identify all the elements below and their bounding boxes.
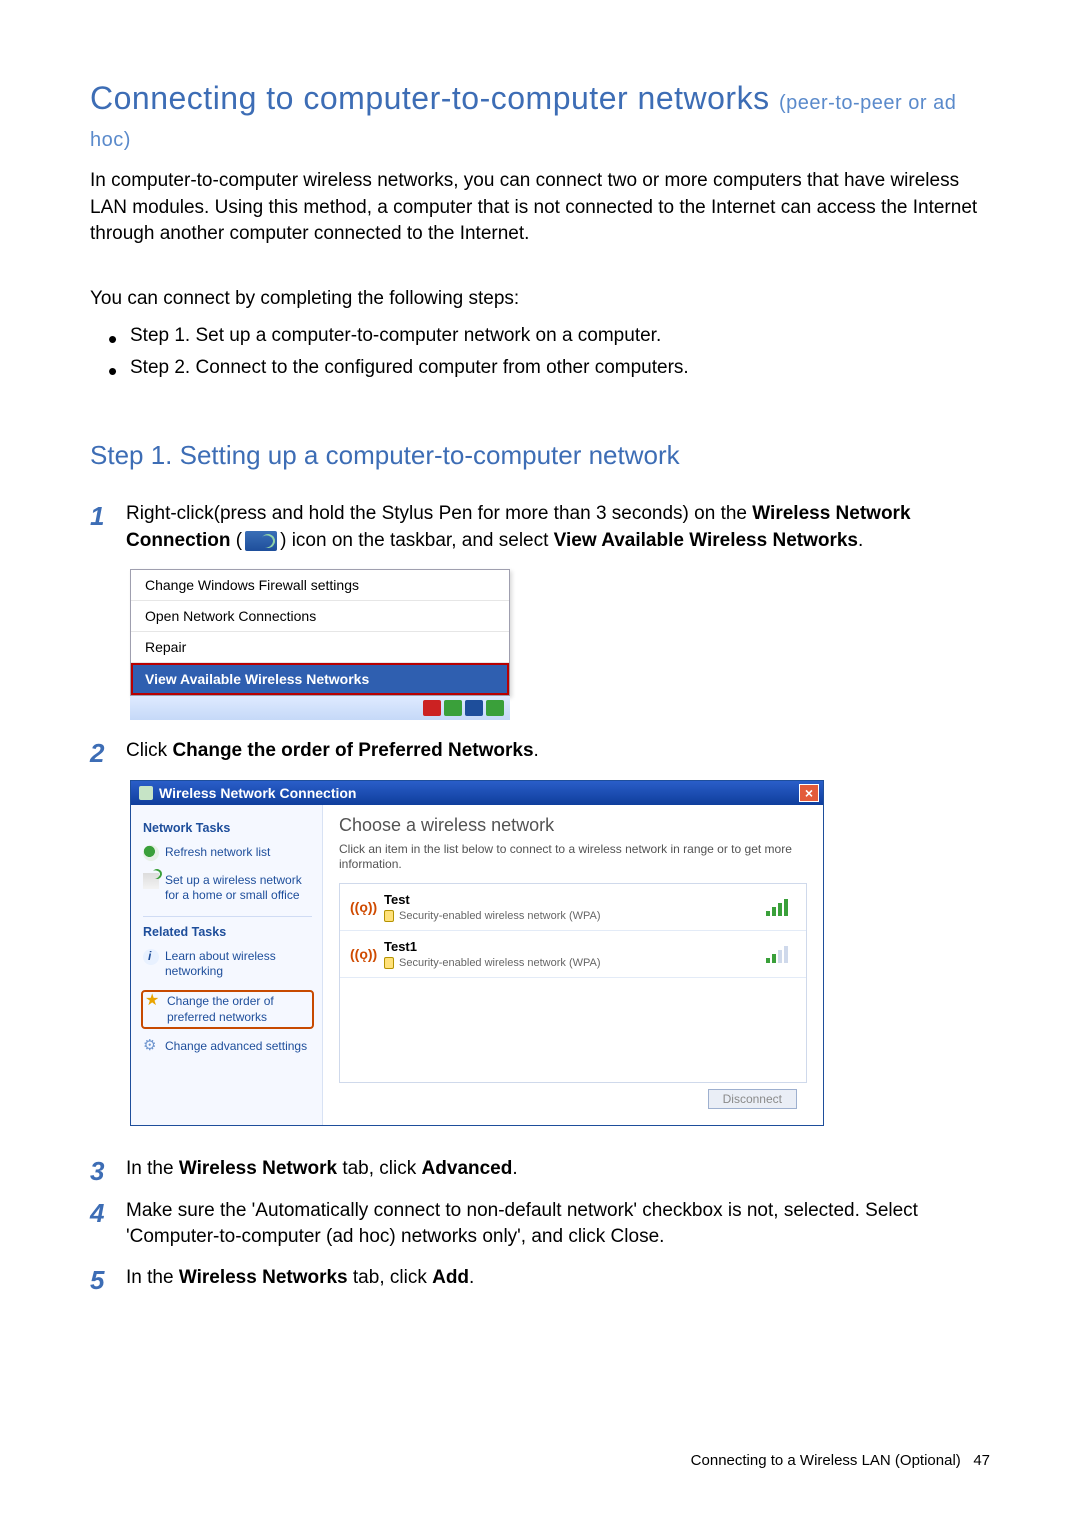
step-number: 3 — [90, 1156, 126, 1184]
context-menu-item[interactable]: Repair — [131, 632, 509, 663]
wireless-main-heading: Choose a wireless network — [339, 815, 807, 836]
overview-list: Step 1. Set up a computer-to-computer ne… — [90, 320, 990, 385]
steps-intro: You can connect by completing the follow… — [90, 288, 990, 310]
wireless-main-sub: Click an item in the list below to conne… — [339, 842, 807, 873]
wireless-dialog-titlebar: Wireless Network Connection × — [131, 781, 823, 805]
instruction-step-3: 3 In the Wireless Network tab, click Adv… — [90, 1156, 990, 1184]
overview-item: Step 2. Connect to the configured comput… — [130, 352, 990, 384]
sidebar-header-related-tasks: Related Tasks — [143, 925, 312, 939]
lock-icon — [384, 910, 394, 922]
step-body: Click Change the order of Preferred Netw… — [126, 738, 990, 765]
step-number: 1 — [90, 501, 126, 529]
gears-icon: ⚙ — [143, 1039, 159, 1055]
wireless-network-list: ((ǫ)) Test Security-enabled wireless net… — [339, 883, 807, 1083]
network-detail: Security-enabled wireless network (WPA) — [399, 910, 601, 922]
sidebar-header-network-tasks: Network Tasks — [143, 821, 312, 835]
close-button[interactable]: × — [799, 784, 819, 802]
network-name: Test — [384, 892, 756, 907]
network-detail: Security-enabled wireless network (WPA) — [399, 957, 601, 969]
setup-icon — [143, 873, 159, 889]
sidebar-link-learn[interactable]: Learn about wireless networking — [143, 949, 312, 980]
instruction-step-4: 4 Make sure the 'Automatically connect t… — [90, 1198, 990, 1251]
instruction-step-1: 1 Right-click(press and hold the Stylus … — [90, 501, 990, 554]
step-body: In the Wireless Network tab, click Advan… — [126, 1156, 990, 1183]
context-menu-item[interactable]: Change Windows Firewall settings — [131, 570, 509, 601]
tray-icon — [486, 700, 504, 716]
title-main: Connecting to computer-to-computer netwo… — [90, 80, 770, 116]
context-menu-figure: Change Windows Firewall settings Open Ne… — [130, 569, 510, 720]
antenna-icon — [139, 786, 153, 800]
wireless-network-item[interactable]: ((ǫ)) Test1 Security-enabled wireless ne… — [340, 931, 806, 978]
wireless-dialog-figure: Wireless Network Connection × Network Ta… — [130, 780, 824, 1126]
section-title: Step 1. Setting up a computer-to-compute… — [90, 440, 990, 471]
step-number: 2 — [90, 738, 126, 766]
wireless-main: Choose a wireless network Click an item … — [323, 805, 823, 1125]
info-icon — [143, 949, 159, 965]
refresh-icon — [143, 845, 159, 861]
antenna-icon: ((ǫ)) — [350, 946, 374, 962]
signal-strength-icon — [766, 898, 796, 916]
wireless-dialog-title: Wireless Network Connection — [159, 785, 356, 801]
context-menu-item-view-networks[interactable]: View Available Wireless Networks — [131, 663, 509, 695]
antenna-icon: ((ǫ)) — [350, 899, 374, 915]
sidebar-link-refresh[interactable]: Refresh network list — [143, 845, 312, 861]
step-number: 5 — [90, 1265, 126, 1293]
step-body: Right-click(press and hold the Stylus Pe… — [126, 501, 990, 554]
context-menu-item[interactable]: Open Network Connections — [131, 601, 509, 632]
tray-icon — [423, 700, 441, 716]
tray-icon — [465, 700, 483, 716]
wireless-tray-icon — [245, 531, 277, 551]
sidebar-link-setup-network[interactable]: Set up a wireless network for a home or … — [143, 873, 312, 904]
signal-strength-icon — [766, 945, 796, 963]
sidebar-link-change-order[interactable]: ★ Change the order of preferred networks — [143, 992, 312, 1027]
page-footer: Connecting to a Wireless LAN (Optional) … — [691, 1452, 990, 1469]
overview-item: Step 1. Set up a computer-to-computer ne… — [130, 320, 990, 352]
context-menu: Change Windows Firewall settings Open Ne… — [130, 569, 510, 696]
step-body: Make sure the 'Automatically connect to … — [126, 1198, 990, 1251]
star-icon: ★ — [145, 994, 161, 1010]
wireless-network-item[interactable]: ((ǫ)) Test Security-enabled wireless net… — [340, 884, 806, 931]
lock-icon — [384, 957, 394, 969]
wireless-dialog: Wireless Network Connection × Network Ta… — [130, 780, 824, 1126]
sidebar-link-advanced-settings[interactable]: ⚙ Change advanced settings — [143, 1039, 312, 1055]
tray-strip — [130, 696, 510, 720]
page-title: Connecting to computer-to-computer netwo… — [90, 80, 990, 154]
instruction-step-2: 2 Click Change the order of Preferred Ne… — [90, 738, 990, 766]
step-number: 4 — [90, 1198, 126, 1226]
disconnect-button[interactable]: Disconnect — [708, 1089, 797, 1109]
intro-paragraph: In computer-to-computer wireless network… — [90, 168, 990, 248]
step-body: In the Wireless Networks tab, click Add. — [126, 1265, 990, 1292]
tray-icon — [444, 700, 462, 716]
instruction-step-5: 5 In the Wireless Networks tab, click Ad… — [90, 1265, 990, 1293]
wireless-sidebar: Network Tasks Refresh network list Set u… — [131, 805, 323, 1125]
network-name: Test1 — [384, 939, 756, 954]
